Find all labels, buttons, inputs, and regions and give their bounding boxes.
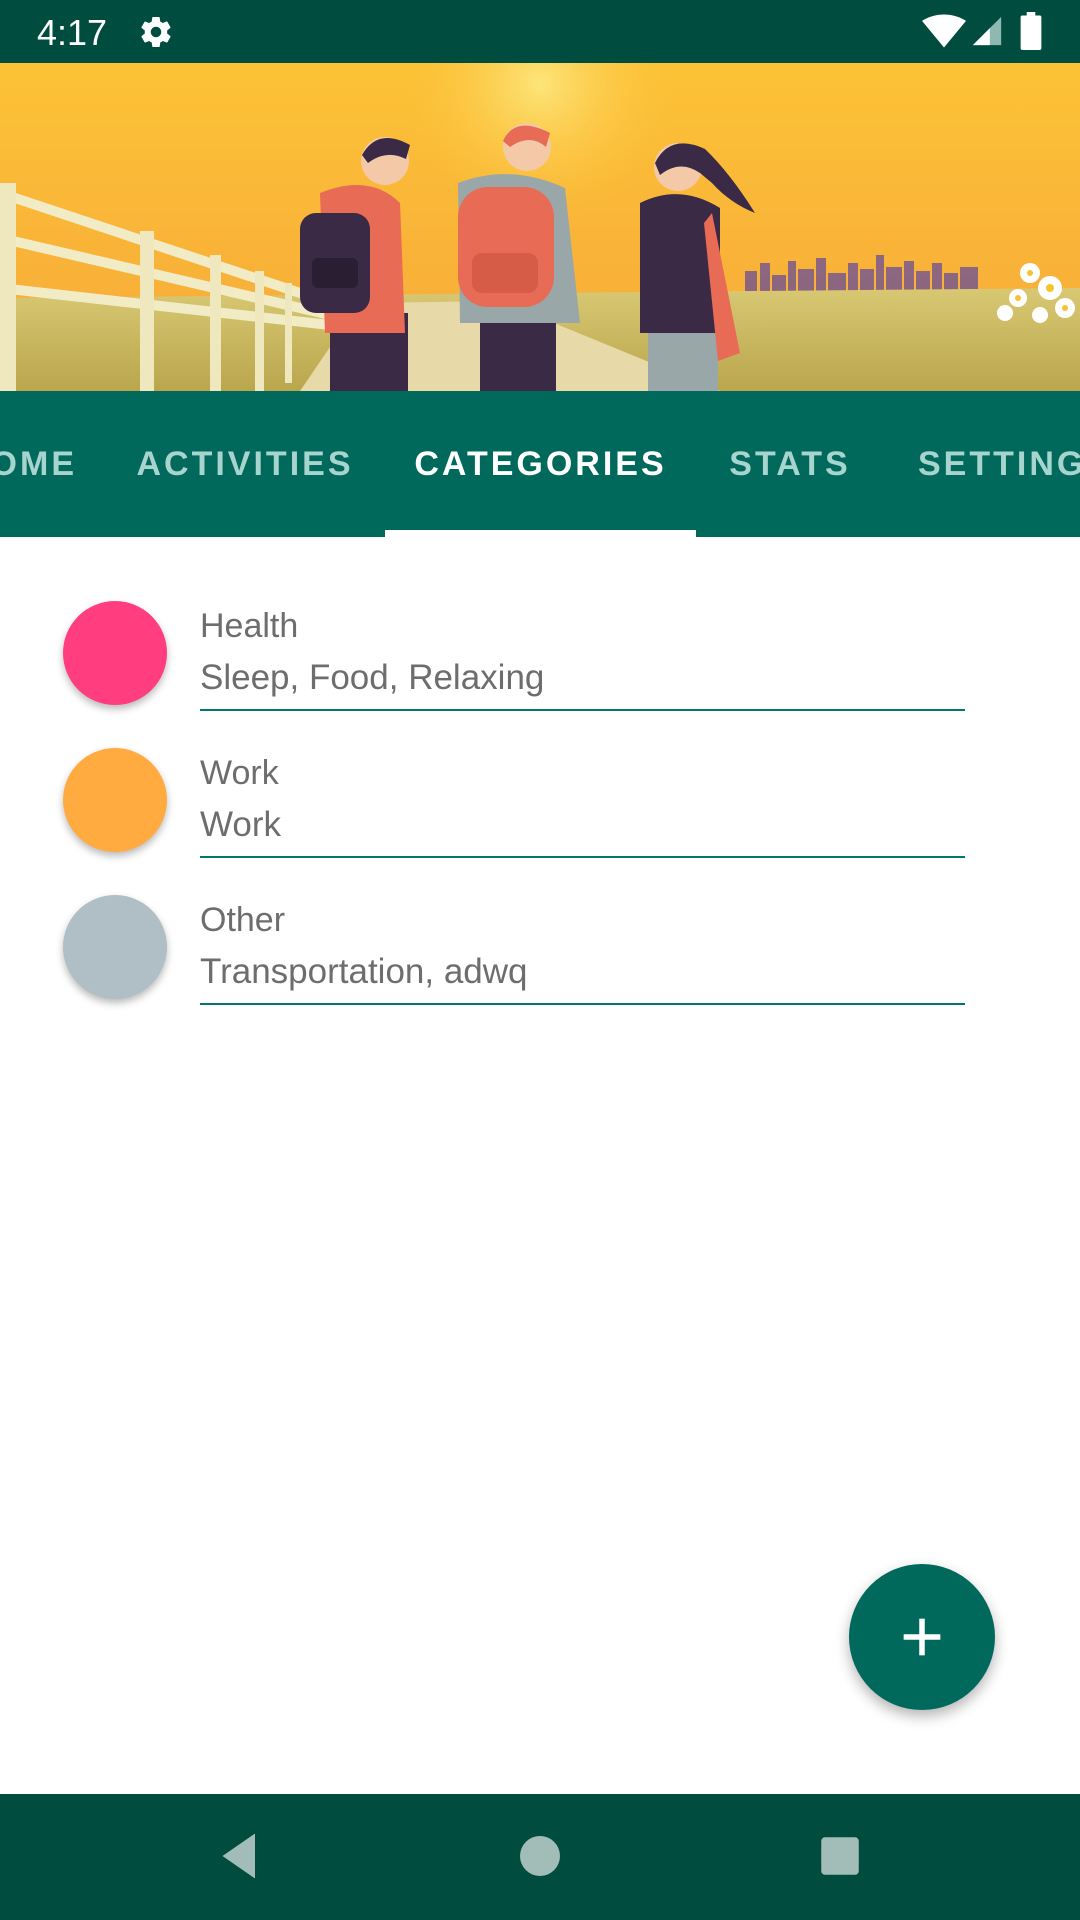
tab-stats[interactable]: STATS (700, 391, 880, 537)
category-activities: Sleep, Food, Relaxing (200, 658, 545, 697)
list-item[interactable]: Work Work (0, 737, 1080, 884)
status-bar: 4:17 (0, 0, 1080, 63)
category-color-circle[interactable] (63, 601, 167, 705)
navigation-bar (0, 1794, 1080, 1920)
tab-activities[interactable]: ACTIVITIES (110, 391, 380, 537)
header-illustration (0, 63, 1080, 391)
back-icon[interactable] (210, 1826, 270, 1886)
tab-settings[interactable]: SETTINGS (900, 391, 1080, 537)
category-name: Work (200, 754, 279, 792)
category-activities: Work (200, 805, 282, 844)
travel-illustration (0, 63, 1080, 391)
divider (200, 709, 965, 711)
gear-icon (141, 17, 171, 48)
list-item[interactable]: Other Transportation, adwq (0, 884, 1080, 1031)
signal-icon (972, 16, 1002, 46)
list-item[interactable]: Health Sleep, Food, Relaxing (0, 590, 1080, 737)
divider (200, 1003, 965, 1005)
category-name: Other (200, 901, 286, 939)
category-color-circle[interactable] (63, 895, 167, 999)
category-name: Health (200, 607, 299, 645)
home-icon[interactable] (510, 1826, 570, 1886)
recents-icon[interactable] (810, 1826, 870, 1886)
status-time: 4:17 (37, 12, 108, 53)
category-activities: Transportation, adwq (200, 952, 528, 991)
category-color-circle[interactable] (63, 748, 167, 852)
tab-bar: HOME ACTIVITIES CATEGORIES STATS SETTING… (0, 391, 1080, 537)
tab-home[interactable]: HOME (0, 391, 80, 537)
battery-icon (1020, 12, 1042, 50)
tab-categories[interactable]: CATEGORIES (385, 391, 696, 537)
tab-indicator (385, 530, 696, 537)
divider (200, 856, 965, 858)
add-category-button[interactable] (849, 1564, 995, 1710)
plus-icon (903, 1618, 941, 1656)
wifi-icon (922, 14, 966, 48)
